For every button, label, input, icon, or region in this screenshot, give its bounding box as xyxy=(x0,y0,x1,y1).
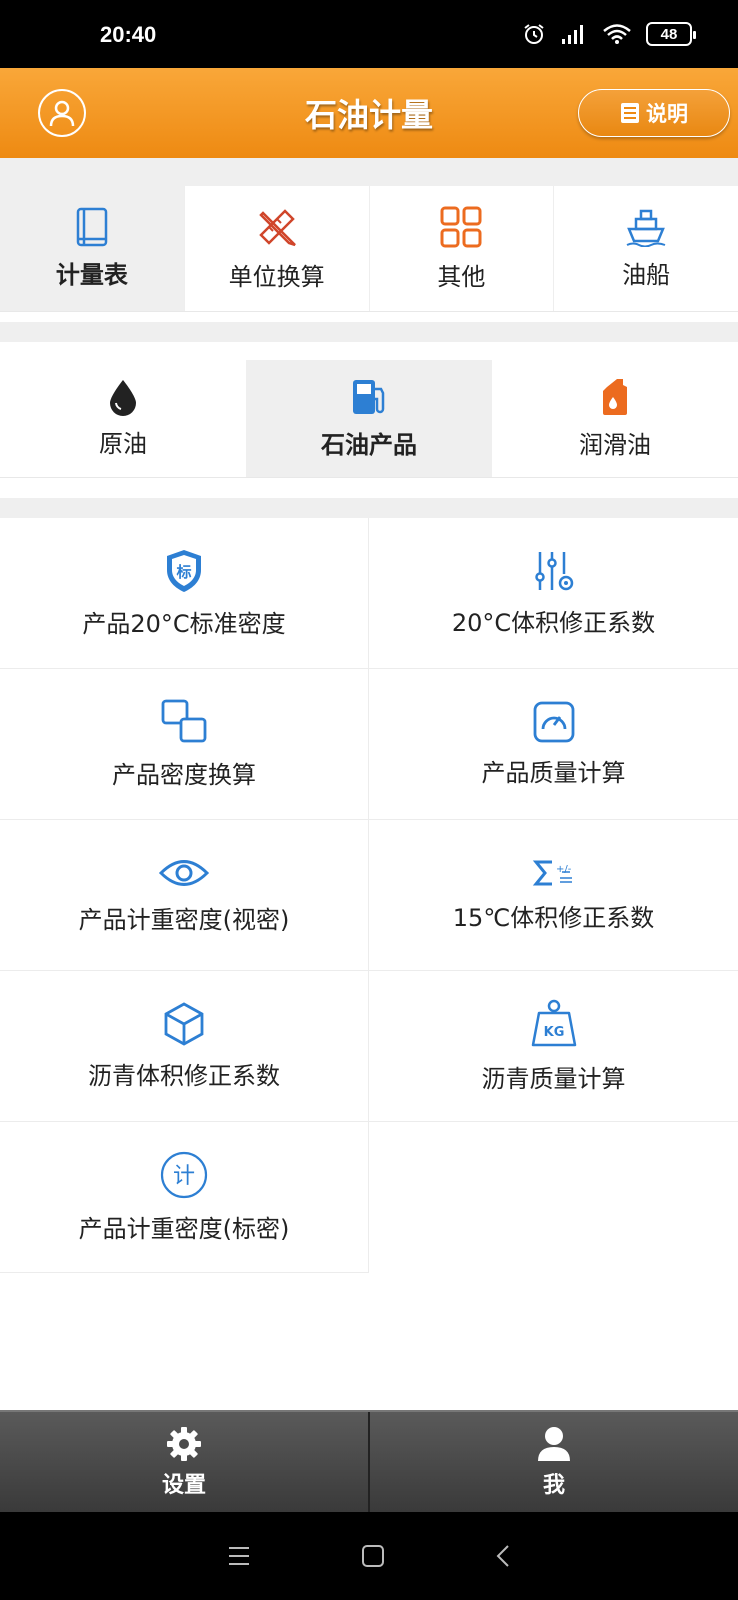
tab-other[interactable]: 其他 xyxy=(370,186,555,311)
weight-icon-text: KG xyxy=(543,1025,564,1040)
function-grid: 标 产品20°C标准密度 20°C体积修正系数 产品密度换算 产品质量计算 产品… xyxy=(0,518,738,1273)
grid-item-label: 产品密度换算 xyxy=(112,760,256,789)
tab-label: 其他 xyxy=(437,263,486,291)
grid-item-mass-calc[interactable]: 产品质量计算 xyxy=(369,669,738,820)
nav-me[interactable]: 我 xyxy=(370,1412,738,1512)
grid-item-standard-density[interactable]: 标 产品20°C标准密度 xyxy=(0,518,369,669)
convert-icon xyxy=(161,699,207,742)
back-icon[interactable] xyxy=(495,1544,511,1568)
grid-item-label: 沥青质量计算 xyxy=(481,1064,626,1093)
wifi-icon xyxy=(603,24,631,44)
tab-label: 油船 xyxy=(622,261,671,289)
tab-label: 单位换算 xyxy=(228,263,325,291)
subtab-crude-oil[interactable]: 原油 xyxy=(0,360,246,477)
grid-item-label: 15℃体积修正系数 xyxy=(452,903,655,932)
grid-item-label: 产品计重密度(标密) xyxy=(78,1214,290,1243)
status-icons: 48 xyxy=(522,22,696,46)
bottom-navigation: 设置 我 xyxy=(0,1410,738,1512)
category-tabs: 计量表 单位换算 其他 油船 xyxy=(0,186,738,312)
ship-icon xyxy=(626,209,666,247)
shield-icon-text: 标 xyxy=(175,563,191,581)
ruler-pencil-icon xyxy=(258,209,296,247)
calc-circle-icon: 计 xyxy=(160,1151,208,1198)
help-button-label: 说明 xyxy=(646,102,688,126)
shield-icon: 标 xyxy=(167,549,201,592)
subtab-label: 润滑油 xyxy=(579,431,651,459)
tab-meter-table[interactable]: 计量表 xyxy=(0,186,185,311)
subtab-label: 原油 xyxy=(99,430,147,458)
status-bar: 20:40 48 xyxy=(0,0,738,68)
signal-icon xyxy=(562,25,583,44)
grid-item-asphalt-mass[interactable]: KG 沥青质量计算 xyxy=(369,971,738,1122)
grid-item-apparent-density[interactable]: 产品计重密度(视密) xyxy=(0,820,369,971)
gauge-icon xyxy=(533,701,574,742)
sigma-icon: +/- xyxy=(532,860,572,885)
svg-text:+/-: +/- xyxy=(556,864,572,875)
subtab-lubricants[interactable]: 润滑油 xyxy=(492,360,738,477)
document-icon xyxy=(621,103,639,123)
grid-item-label: 20°C体积修正系数 xyxy=(451,608,656,637)
grid-item-label: 产品20°C标准密度 xyxy=(82,609,286,638)
eye-icon xyxy=(159,859,209,886)
subtab-petroleum-products[interactable]: 石油产品 xyxy=(246,360,492,477)
status-time: 20:40 xyxy=(100,22,157,47)
fuel-pump-icon xyxy=(353,380,385,414)
nav-settings[interactable]: 设置 xyxy=(0,1412,368,1512)
sliders-icon xyxy=(534,551,573,590)
grid-item-asphalt-vcf[interactable]: 沥青体积修正系数 xyxy=(0,971,369,1122)
tab-label: 计量表 xyxy=(55,261,128,289)
separator xyxy=(0,498,738,518)
grid-item-20c-vcf[interactable]: 20°C体积修正系数 xyxy=(369,518,738,669)
oil-can-icon xyxy=(603,379,627,415)
home-icon[interactable] xyxy=(361,1544,385,1568)
grid-item-label: 沥青体积修正系数 xyxy=(88,1061,280,1090)
alarm-icon xyxy=(524,24,544,44)
battery-indicator: 48 xyxy=(646,22,696,46)
separator xyxy=(0,322,738,342)
book-icon xyxy=(76,207,108,247)
menu-icon[interactable] xyxy=(227,1545,251,1567)
tab-unit-conversion[interactable]: 单位换算 xyxy=(185,186,370,311)
weight-icon: KG xyxy=(531,999,576,1046)
calc-circle-icon-text: 计 xyxy=(173,1164,195,1189)
grid-item-15c-vcf[interactable]: +/- 15℃体积修正系数 xyxy=(369,820,738,971)
cube-icon xyxy=(164,1001,204,1046)
help-button[interactable]: 说明 xyxy=(578,89,730,137)
subtab-label: 石油产品 xyxy=(321,431,417,459)
separator xyxy=(0,158,738,186)
grid-item-standard-weight-density[interactable]: 计 产品计重密度(标密) xyxy=(0,1122,369,1273)
system-navigation xyxy=(0,1512,738,1600)
user-icon xyxy=(538,1427,570,1461)
oil-drop-icon xyxy=(110,380,136,416)
product-type-tabs: 原油 石油产品 润滑油 xyxy=(0,360,738,478)
grid-empty-cell xyxy=(369,1122,738,1273)
nav-label: 我 xyxy=(542,1473,565,1498)
tab-tanker[interactable]: 油船 xyxy=(554,186,738,311)
grid-icon xyxy=(440,206,482,248)
grid-item-density-conversion[interactable]: 产品密度换算 xyxy=(0,669,369,820)
grid-item-label: 产品计重密度(视密) xyxy=(78,905,290,934)
grid-item-label: 产品质量计算 xyxy=(481,758,626,787)
app-header: 石油计量 说明 xyxy=(0,68,738,158)
nav-label: 设置 xyxy=(161,1473,206,1498)
gear-icon xyxy=(167,1427,201,1461)
